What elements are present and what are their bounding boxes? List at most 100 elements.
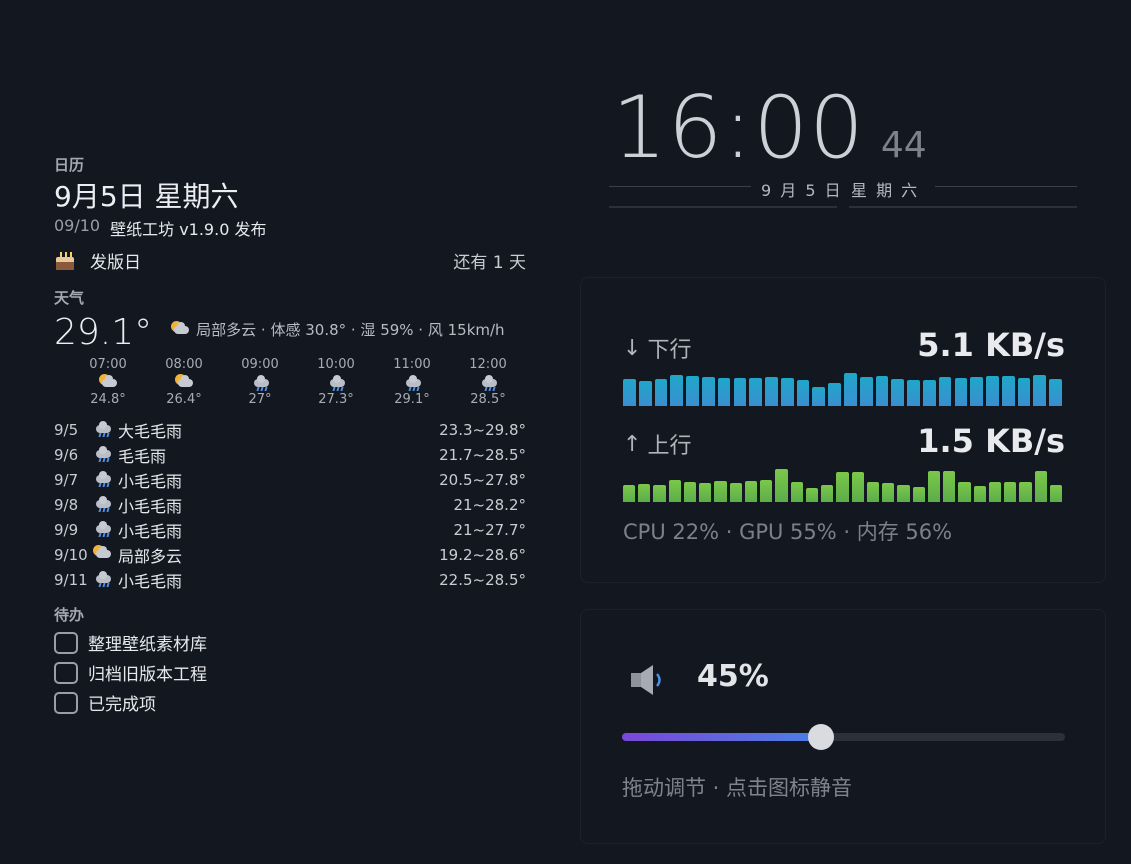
calendar-label: 日历 (54, 156, 85, 174)
hourly-item: 07:00 24.8° (70, 357, 146, 407)
upload-bar (623, 485, 636, 502)
day-date: 9/10 (54, 545, 88, 564)
volume-hint: 拖动调节 · 点击图标静音 (622, 776, 853, 800)
upload-bar (683, 482, 697, 502)
download-bar (891, 379, 905, 406)
clock-date: 9 月 5 日 (761, 181, 843, 200)
download-bar (638, 381, 652, 406)
daily-forecast: 9/5 大毛毛雨 23.3~29.8° 9/6 毛毛雨 21.7~28.5° 9/7 小毛毛雨… (54, 417, 526, 592)
day-range: 21~27.7° (453, 520, 526, 539)
daily-forecast-row: 9/5 大毛毛雨 23.3~29.8° (54, 417, 526, 442)
todo-checkbox[interactable] (54, 661, 78, 684)
hourly-item: 10:00 27.3° (298, 357, 374, 407)
download-bar (938, 377, 952, 406)
day-desc: 小毛毛雨 (118, 521, 183, 541)
upload-bar (958, 482, 971, 502)
calendar-event[interactable]: 09/10 壁纸工坊 v1.9.0 发布 (54, 216, 526, 240)
weather-label: 天气 (54, 289, 85, 307)
volume-thumb[interactable] (808, 724, 835, 750)
todo-label: 待办 (54, 606, 85, 624)
daily-forecast-row: 9/11 小毛毛雨 22.5~28.5° (54, 567, 526, 592)
upload-bar (760, 480, 773, 502)
download-bar (796, 380, 810, 406)
clock-date-line: 9 月 5 日 星 期 六 (609, 174, 1077, 208)
day-date: 9/5 (54, 420, 79, 439)
volume-slider[interactable] (622, 724, 1065, 750)
upload-row: ↑ 上行 1.5 KB/s (623, 422, 1065, 502)
daily-forecast-row: 9/7 小毛毛雨 20.5~27.8° (54, 467, 526, 492)
down-arrow-icon: ↓ (623, 335, 642, 361)
day-date: 9/11 (54, 570, 88, 589)
day-desc: 大毛毛雨 (118, 421, 183, 441)
day-desc: 小毛毛雨 (118, 571, 183, 591)
download-row: ↓ 下行 5.1 KB/s (623, 326, 1065, 406)
upload-bar (729, 483, 742, 502)
upload-bar (668, 480, 681, 502)
light-rain-icon (478, 373, 498, 391)
download-bar (844, 373, 857, 406)
todo-item[interactable]: 整理壁纸素材库 (54, 630, 526, 655)
todo-item[interactable]: 已完成项 (54, 690, 526, 715)
day-desc: 小毛毛雨 (118, 496, 183, 516)
release-countdown: 还有 1 天 (453, 253, 526, 273)
hourly-forecast: 07:00 24.8° 08:00 26.4° 09:00 27° 10:00 27.3° 11… (54, 357, 526, 407)
upload-bar (836, 472, 849, 502)
cake-icon (54, 251, 76, 270)
upload-bar (1004, 482, 1017, 502)
hour-temp: 24.8° (90, 392, 126, 407)
event-title: 壁纸工坊 v1.9.0 发布 (110, 220, 267, 239)
upload-chart (623, 466, 1065, 502)
upload-bar (882, 483, 895, 502)
hour-time: 07:00 (89, 357, 127, 372)
todo-list: 整理壁纸素材库 归档旧版本工程 已完成项 (54, 630, 526, 715)
daily-forecast-row: 9/8 小毛毛雨 21~28.2° (54, 492, 526, 517)
upload-bar (866, 482, 880, 502)
download-bar (717, 378, 731, 406)
volume-value: 45% (697, 659, 769, 694)
daily-forecast-row: 9/6 毛毛雨 21.7~28.5° (54, 442, 526, 467)
light-drizzle-icon (92, 569, 112, 587)
todo-checkbox[interactable] (54, 691, 78, 714)
daily-forecast-row: 9/9 小毛毛雨 21~27.7° (54, 517, 526, 542)
current-temp: 29.1° (54, 312, 153, 353)
hour-temp: 28.5° (470, 392, 506, 407)
clock-time: 16:00 (612, 78, 865, 178)
upload-bar (973, 486, 986, 502)
day-date: 9/6 (54, 445, 79, 464)
download-bar (812, 387, 826, 406)
hour-temp: 26.4° (166, 392, 202, 407)
partly-cloudy-icon (98, 373, 118, 391)
hourly-item: 11:00 29.1° (374, 357, 450, 407)
speaker-icon[interactable] (627, 660, 667, 700)
todo-text: 整理壁纸素材库 (88, 635, 207, 655)
light-rain-icon (402, 373, 422, 391)
heavy-drizzle-icon (92, 419, 112, 437)
todo-text: 已完成项 (88, 695, 156, 715)
todo-item[interactable]: 归档旧版本工程 (54, 660, 526, 685)
todo-checkbox[interactable] (54, 631, 78, 654)
release-countdown-row: 发版日 还有 1 天 (54, 248, 526, 273)
day-range: 22.5~28.5° (439, 570, 526, 589)
day-date: 9/7 (54, 470, 79, 489)
upload-bar (638, 484, 651, 502)
upload-bar (790, 482, 803, 502)
download-bar (986, 376, 999, 406)
download-bar (828, 383, 841, 406)
day-desc: 小毛毛雨 (118, 471, 183, 491)
down-label: 下行 (647, 338, 692, 363)
upload-bar (1034, 471, 1047, 502)
download-bar (970, 377, 984, 406)
desktop-widgets: 日历 9月5日 星期六 09/10 壁纸工坊 v1.9.0 发布 发版日 还有 … (0, 0, 1131, 864)
download-bar (623, 379, 636, 406)
hourly-item: 12:00 28.5° (450, 357, 526, 407)
hourly-item: 09:00 27° (222, 357, 298, 407)
download-bar (875, 376, 889, 406)
partly-cloudy-icon (170, 320, 190, 338)
download-chart (623, 370, 1065, 406)
day-desc: 毛毛雨 (118, 446, 167, 466)
light-drizzle-icon (92, 494, 112, 512)
todo-text: 归档旧版本工程 (88, 665, 207, 685)
light-rain-icon (326, 373, 346, 391)
upload-bar (897, 485, 910, 502)
day-range: 21~28.2° (453, 495, 526, 514)
